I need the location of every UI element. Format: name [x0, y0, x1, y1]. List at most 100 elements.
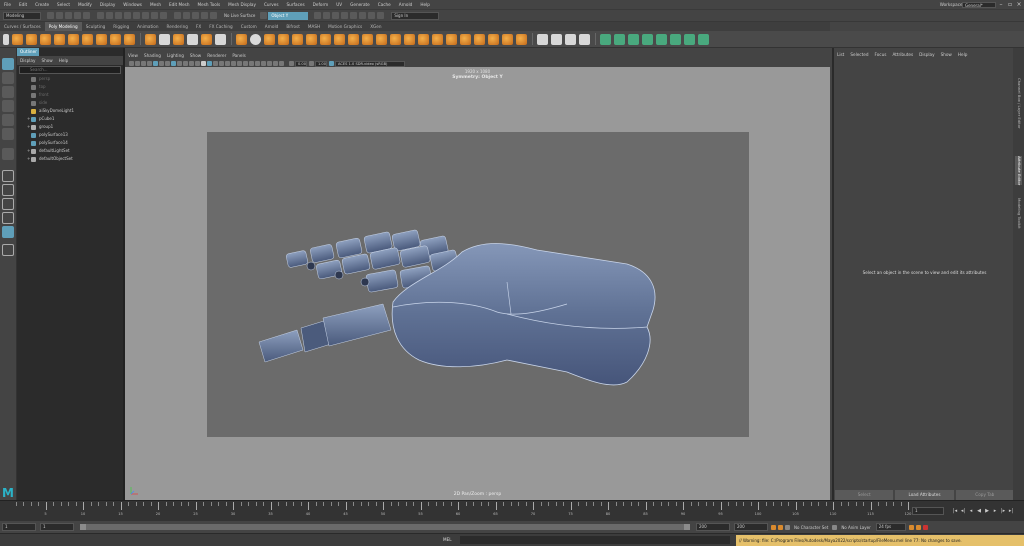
retopo-icon[interactable] — [376, 33, 387, 45]
render-view-icon[interactable] — [359, 12, 367, 19]
workspace-select[interactable]: General* — [962, 2, 996, 8]
super-shape-icon[interactable] — [215, 33, 226, 45]
sweep-icon[interactable] — [159, 33, 170, 45]
grid-icon[interactable] — [165, 61, 170, 66]
time-slider[interactable]: 5 10 15 20 25 30 35 40 45 50 55 60 65 70 75 80 85 90 95 100… — [0, 500, 1024, 520]
shelf-tab-bifrost[interactable]: Bifrost — [282, 22, 304, 31]
outliner-item[interactable]: polySurface14 — [17, 139, 123, 147]
shelf-tab-xgen[interactable]: XGen — [366, 22, 385, 31]
anim-prefs-icon[interactable] — [922, 524, 928, 530]
command-input[interactable] — [460, 536, 730, 544]
outliner-item[interactable]: top — [17, 83, 123, 91]
animation-end-field[interactable]: 200 — [734, 523, 768, 531]
mask-icon[interactable] — [142, 12, 149, 19]
sound-icon[interactable] — [908, 524, 914, 530]
safe-action-icon[interactable] — [195, 61, 200, 66]
range-bar[interactable] — [80, 524, 690, 530]
attr-menu-attributes[interactable]: Attributes — [889, 48, 916, 62]
wedge-icon[interactable] — [460, 33, 471, 45]
viewport-menu-view[interactable]: View — [125, 52, 141, 60]
poly-cube-icon[interactable] — [26, 33, 37, 45]
image-plane-icon[interactable] — [147, 61, 152, 66]
motion-blur-icon[interactable] — [243, 61, 248, 66]
uv-editor-icon[interactable] — [656, 33, 667, 45]
anti-alias-icon[interactable] — [249, 61, 254, 66]
hypershade-icon[interactable] — [350, 12, 358, 19]
range-end-handle[interactable] — [684, 524, 690, 530]
uv-checker-icon[interactable] — [684, 33, 695, 45]
playback-start-field[interactable]: 1 — [40, 523, 74, 531]
render-sequence-icon[interactable] — [377, 12, 385, 19]
shelf-tab-rigging[interactable]: Rigging — [109, 22, 133, 31]
extrude-icon[interactable] — [418, 33, 429, 45]
snap-plane-icon[interactable] — [201, 12, 208, 19]
select-camera-icon[interactable] — [129, 61, 134, 66]
pause-icon[interactable] — [368, 12, 376, 19]
colorspace-select[interactable]: ACES 1.0 SDR-video (sRGB) — [335, 60, 405, 67]
shelf-tab-rendering[interactable]: Rendering — [163, 22, 192, 31]
mask-icon[interactable] — [160, 12, 167, 19]
open-scene-icon[interactable] — [56, 12, 63, 19]
outliner-item[interactable]: persp — [17, 75, 123, 83]
new-scene-icon[interactable] — [47, 12, 54, 19]
step-forward-key-icon[interactable]: |▸ — [1000, 507, 1006, 515]
expand-icon[interactable]: + — [27, 115, 30, 123]
type-icon[interactable] — [187, 33, 198, 45]
shelf-tab-motion-graphics[interactable]: Motion Graphics — [324, 22, 366, 31]
shelf-tab-fx[interactable]: FX — [192, 22, 205, 31]
range-start-handle[interactable] — [80, 524, 86, 530]
viewport-menu-shading[interactable]: Shading — [141, 52, 164, 60]
attr-menu-list[interactable]: List — [834, 48, 847, 62]
menu-set-select[interactable]: Modeling — [3, 11, 41, 20]
xray-icon[interactable] — [267, 61, 272, 66]
mirror-icon[interactable] — [278, 33, 289, 45]
shelf-tab-mash[interactable]: MASH — [304, 22, 324, 31]
current-frame-field[interactable]: 1 — [912, 507, 944, 515]
fill-hole-icon[interactable] — [334, 33, 345, 45]
outliner-item[interactable]: side — [17, 99, 123, 107]
expand-icon[interactable]: + — [27, 147, 30, 155]
four-pane-icon[interactable] — [2, 184, 14, 196]
expand-icon[interactable]: + — [27, 123, 30, 131]
menu-edit-mesh[interactable]: Edit Mesh — [165, 0, 193, 10]
outliner-item[interactable]: polySurface13 — [17, 131, 123, 139]
bevel-icon[interactable] — [390, 33, 401, 45]
field-chart-icon[interactable] — [189, 61, 194, 66]
menu-mesh-display[interactable]: Mesh Display — [224, 0, 260, 10]
poke-icon[interactable] — [474, 33, 485, 45]
maximize-icon[interactable]: ▫ — [1006, 1, 1014, 9]
menu-generate[interactable]: Generate — [346, 0, 374, 10]
svg-icon[interactable] — [201, 33, 212, 45]
outliner-menu-show[interactable]: Show — [38, 56, 55, 65]
menu-edit[interactable]: Edit — [15, 0, 31, 10]
expand-icon[interactable]: + — [27, 155, 30, 163]
intersection-icon[interactable] — [320, 33, 331, 45]
outliner-menu-display[interactable]: Display — [17, 56, 38, 65]
move-tool-icon[interactable] — [2, 100, 14, 112]
outliner-search-input[interactable]: Search... — [19, 66, 121, 74]
hand-model[interactable] — [207, 132, 749, 437]
menu-uv[interactable]: UV — [332, 0, 346, 10]
resolution-gate-icon[interactable] — [177, 61, 182, 66]
menu-cache[interactable]: Cache — [374, 0, 395, 10]
viewport-menu-lighting[interactable]: Lighting — [164, 52, 187, 60]
shelf-menu-icon[interactable] — [3, 33, 9, 45]
gate-mask-icon[interactable] — [183, 61, 188, 66]
menu-modify[interactable]: Modify — [74, 0, 96, 10]
menu-display[interactable]: Display — [96, 0, 119, 10]
film-gate-icon[interactable] — [171, 61, 176, 66]
attr-menu-show[interactable]: Show — [938, 48, 955, 62]
symmetry-icon[interactable] — [260, 12, 268, 19]
outliner-menu-help[interactable]: Help — [56, 56, 72, 65]
spherical-map-icon[interactable] — [628, 33, 639, 45]
connect-icon[interactable] — [565, 33, 576, 45]
select-tool-icon[interactable] — [2, 58, 14, 70]
ipr-render-icon[interactable] — [332, 12, 340, 19]
snap-surface-icon[interactable] — [210, 12, 217, 19]
menu-help[interactable]: Help — [416, 0, 434, 10]
render-settings-icon[interactable] — [341, 12, 349, 19]
shelf-tab-animation[interactable]: Animation — [133, 22, 162, 31]
sign-in-button[interactable]: Sign In — [391, 11, 440, 20]
isolate-select-icon[interactable] — [261, 61, 266, 66]
shelf-tab-poly-modeling[interactable]: Poly Modeling — [44, 22, 82, 31]
